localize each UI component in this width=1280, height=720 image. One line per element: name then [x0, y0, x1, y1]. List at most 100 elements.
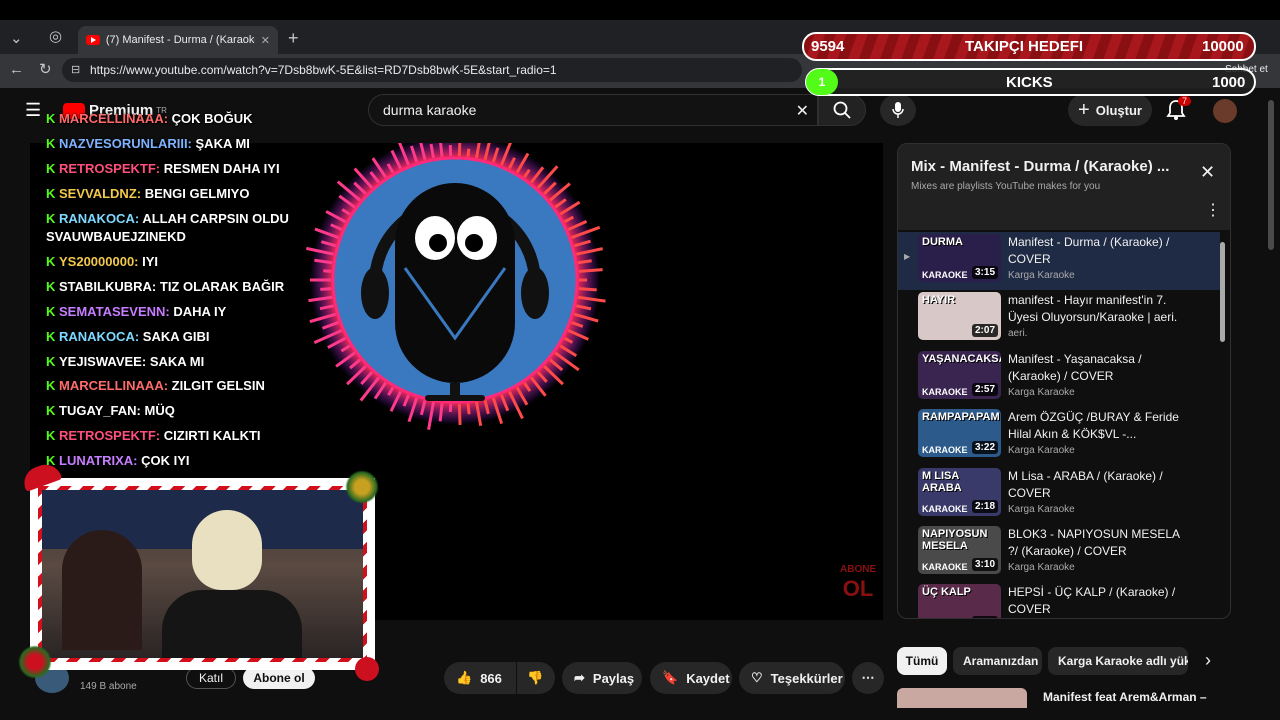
plus-icon: +: [1078, 98, 1090, 121]
tab-list-chevron-icon[interactable]: ⌄: [10, 31, 23, 46]
visualizer-ray: [323, 269, 332, 273]
save-button[interactable]: 🔖 Kaydet: [650, 662, 732, 694]
chip-all[interactable]: Tümü: [897, 647, 947, 675]
chat-text: ZILGIT GELSIN: [171, 378, 265, 393]
playlist-thumbnail[interactable]: NAPIYOSUN MESELA KARAOKE 3:10: [918, 526, 1001, 574]
thumbnail-title: YAŞANACAKSA: [922, 353, 1001, 365]
chat-username: NAZVESORUNLARIII:: [59, 136, 192, 151]
more-actions-button[interactable]: ⋯: [852, 662, 884, 694]
playlist-thumbnail[interactable]: ÜÇ KALP 3:16: [918, 584, 1001, 618]
thanks-button[interactable]: ♡ Teşekkürler: [739, 662, 845, 694]
notifications-button[interactable]: 7: [1166, 96, 1192, 126]
new-tab-icon[interactable]: +: [288, 29, 299, 47]
playlist-item[interactable]: ▶ DURMA KARAOKE 3:15 Manifest - Durma / (Kar…: [898, 232, 1220, 290]
playlist-thumbnail[interactable]: M LISA ARABA KARAOKE 2:18: [918, 468, 1001, 516]
save-label: Kaydet: [686, 670, 730, 686]
thumbnail-karaoke: KARAOKE: [922, 445, 968, 455]
page-scrollbar[interactable]: [1268, 100, 1274, 250]
playlist-item[interactable]: YAŞANACAKSA KARAOKE 2:57 Manifest - Yaşanac…: [898, 349, 1220, 407]
playlist-item-text: BLOK3 - NAPIYOSUN MESELA ?/ (Karaoke) / …: [1008, 526, 1183, 573]
voice-search-button[interactable]: [880, 94, 916, 126]
site-info-icon[interactable]: ⊟: [71, 63, 80, 76]
chat-username: MARCELLINAAA:: [59, 378, 169, 393]
playlist-video-title[interactable]: BLOK3 - NAPIYOSUN MESELA ?/ (Karaoke) / …: [1008, 526, 1183, 560]
playlist-video-title[interactable]: Manifest - Durma / (Karaoke) / COVER: [1008, 234, 1183, 268]
playlist-channel[interactable]: Karga Karaoke: [1008, 445, 1183, 456]
chat-username: RANAKOCA:: [59, 329, 140, 344]
playlist-item[interactable]: RAMPAPAPAM KARAOKE 3:22 Arem ÖZGÜÇ /BURAY &…: [898, 407, 1220, 465]
playlist-channel[interactable]: aeri.: [1008, 328, 1183, 339]
playlist-channel[interactable]: Karga Karaoke: [1008, 562, 1183, 573]
playlist-item[interactable]: ÜÇ KALP 3:16 HEPSİ - ÜÇ KALP / (Karaoke) /…: [898, 582, 1220, 618]
kick-badge-icon: K: [46, 111, 56, 126]
chip-from-search[interactable]: Aramanızdan: [953, 647, 1042, 675]
chat-message: K RETROSPEKTF: CIZIRTI KALKTI: [46, 427, 316, 445]
playlist-video-title[interactable]: Arem ÖZGÜÇ /BURAY & Feride Hilal Akın & …: [1008, 409, 1183, 443]
thanks-label: Teşekkürler: [770, 670, 843, 686]
playlist-channel[interactable]: Karga Karaoke: [1008, 387, 1183, 398]
goal-current: 9594: [811, 38, 845, 55]
search-input[interactable]: durma karaoke ✕: [368, 94, 818, 126]
thumbnail-title: RAMPAPAPAM: [922, 411, 1000, 423]
chat-text: SAKA MI: [149, 354, 205, 369]
youtube-favicon-icon: [86, 35, 100, 45]
next-video-thumbnail[interactable]: [897, 688, 1027, 708]
globe-icon[interactable]: ◎: [49, 29, 62, 44]
chip-channel-uploads[interactable]: Karga Karaoke adlı yükle: [1048, 647, 1188, 675]
kick-badge-icon: K: [46, 378, 56, 393]
close-playlist-icon[interactable]: ✕: [1200, 162, 1215, 183]
reload-icon[interactable]: ↻: [39, 62, 52, 77]
playlist-title[interactable]: Mix - Manifest - Durma / (Karaoke) ...: [911, 158, 1169, 175]
join-button[interactable]: Katıl: [186, 667, 236, 689]
playlist-thumbnail[interactable]: RAMPAPAPAM KARAOKE 3:22: [918, 409, 1001, 457]
kick-badge-icon: K: [46, 136, 56, 151]
playlist-video-title[interactable]: M Lisa - ARABA / (Karaoke) / COVER: [1008, 468, 1183, 502]
playlist-thumbnail[interactable]: HAYIR 2:07: [918, 292, 1001, 340]
kicks-count: 1: [806, 69, 838, 95]
playlist-thumbnail[interactable]: YAŞANACAKSA KARAOKE 2:57: [918, 351, 1001, 399]
visualizer-ray: [466, 403, 471, 415]
playlist-item[interactable]: M LISA ARABA KARAOKE 2:18 M Lisa - ARABA / …: [898, 466, 1220, 524]
ornament-decoration: [18, 645, 52, 679]
close-tab-icon[interactable]: ✕: [261, 34, 270, 47]
ornament-ball: [355, 657, 379, 681]
menu-icon[interactable]: ☰: [25, 100, 41, 121]
kicks-target: 1000: [1212, 74, 1246, 91]
visualizer-ray: [578, 268, 603, 273]
clear-search-icon[interactable]: ✕: [796, 101, 809, 121]
share-button[interactable]: ➦ Paylaş: [562, 662, 642, 694]
playlist-channel[interactable]: Karga Karaoke: [1008, 270, 1183, 281]
browser-tab[interactable]: (7) Manifest - Durma / (Karaoke) / ✕: [78, 26, 278, 54]
chat-message: K MARCELLINAAA: ZILGIT GELSIN: [46, 377, 316, 395]
dislike-button[interactable]: 👎: [517, 662, 555, 694]
subscribe-watermark: ABONE OL: [840, 563, 876, 601]
search-button[interactable]: [818, 94, 866, 126]
next-video-title[interactable]: Manifest feat Arem&Arman –: [1043, 690, 1207, 704]
chat-message: K YS20000000: IYI: [46, 253, 316, 271]
thumbnail-title: M LISA ARABA: [922, 470, 962, 494]
playlist-scrollbar[interactable]: [1220, 242, 1225, 342]
chat-username: LUNATRIXA:: [59, 453, 138, 468]
thumbs-down-icon: 👎: [527, 670, 544, 685]
chips-next-icon[interactable]: ›: [1205, 650, 1211, 671]
create-button[interactable]: + Oluştur: [1068, 94, 1152, 126]
visualizer-ray: [438, 403, 444, 422]
share-icon: ➦: [574, 670, 585, 685]
video-duration: 2:57: [971, 383, 998, 396]
url-field[interactable]: ⊟ https://www.youtube.com/watch?v=7Dsb8b…: [62, 58, 802, 82]
playlist-video-title[interactable]: manifest - Hayır manifest'in 7. Üyesi Ol…: [1008, 292, 1183, 326]
avatar[interactable]: [1213, 99, 1237, 123]
subscribe-button[interactable]: Abone ol: [243, 667, 315, 689]
back-icon[interactable]: ←: [9, 62, 24, 77]
playlist-channel[interactable]: Karga Karaoke: [1008, 504, 1183, 515]
playlist-video-title[interactable]: Manifest - Yaşanacaksa / (Karaoke) / COV…: [1008, 351, 1183, 385]
playlist-item[interactable]: HAYIR 2:07 manifest - Hayır manifest'in 7.…: [898, 290, 1220, 348]
playlist-item[interactable]: NAPIYOSUN MESELA KARAOKE 3:10 BLOK3 - NAPIY…: [898, 524, 1220, 582]
like-button[interactable]: 👍 866: [444, 662, 516, 694]
more-options-icon[interactable]: ⋮: [1205, 200, 1221, 220]
like-count: 866: [480, 670, 502, 686]
chat-text: MÜQ: [144, 403, 175, 418]
super-thanks-icon: ♡: [751, 670, 763, 685]
playlist-video-title[interactable]: HEPSİ - ÜÇ KALP / (Karaoke) / COVER: [1008, 584, 1183, 618]
playlist-thumbnail[interactable]: DURMA KARAOKE 3:15: [918, 234, 1001, 282]
